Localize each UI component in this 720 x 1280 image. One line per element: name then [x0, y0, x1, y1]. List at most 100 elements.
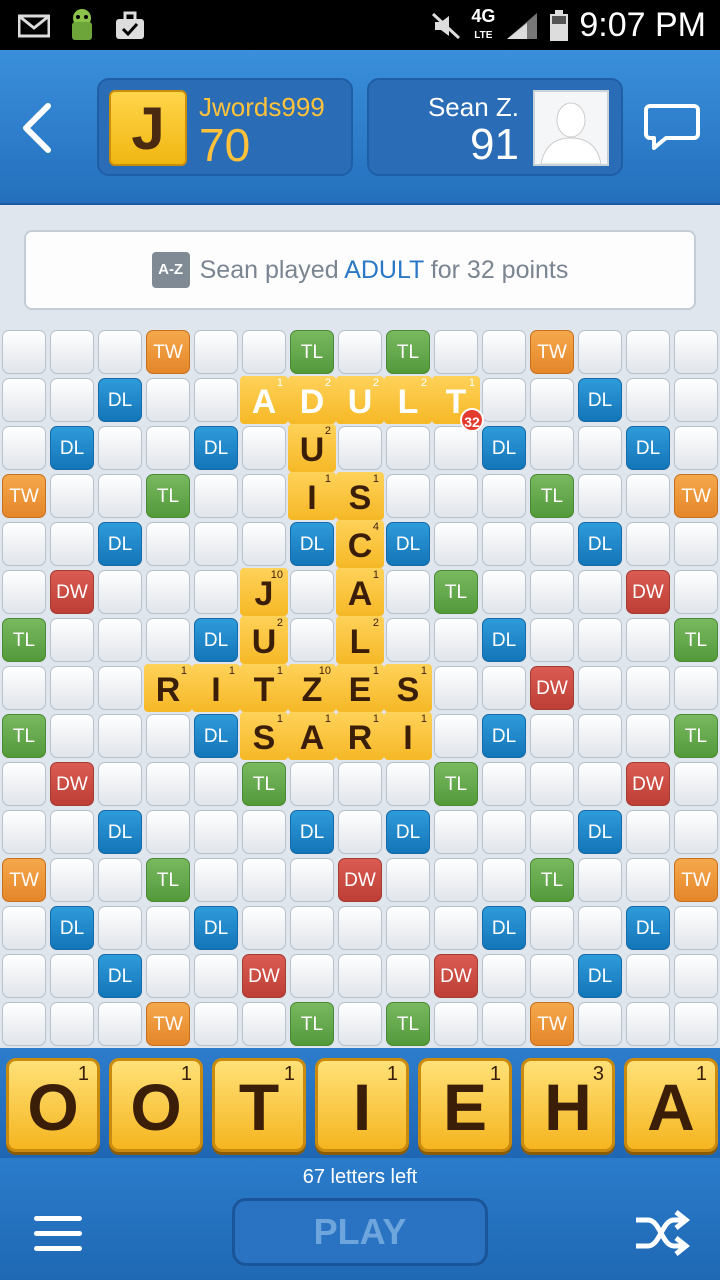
rack-tile[interactable]: O1 [109, 1058, 203, 1152]
board-cell-tl[interactable]: TL [290, 330, 334, 374]
board-cell[interactable] [290, 858, 334, 902]
board-cell[interactable] [578, 906, 622, 950]
board-cell[interactable] [386, 570, 430, 614]
board-cell[interactable] [626, 858, 670, 902]
board-cell[interactable] [626, 474, 670, 518]
board-cell-dl[interactable]: DL [482, 426, 526, 470]
board-cell[interactable] [194, 330, 238, 374]
board-cell[interactable] [674, 666, 718, 710]
board-cell-tw[interactable]: TW [530, 330, 574, 374]
board-cell[interactable] [386, 954, 430, 998]
board-cell[interactable] [194, 858, 238, 902]
board-cell[interactable] [674, 906, 718, 950]
board-cell[interactable] [50, 810, 94, 854]
board-cell[interactable] [98, 618, 142, 662]
board-cell-dl[interactable]: DL [98, 810, 142, 854]
board-cell[interactable] [482, 330, 526, 374]
board-cell-dl[interactable]: DL [98, 522, 142, 566]
board-cell-tl[interactable]: TL [530, 858, 574, 902]
board-cell[interactable] [482, 570, 526, 614]
board-cell[interactable] [626, 666, 670, 710]
board-cell[interactable] [530, 762, 574, 806]
board-cell[interactable] [674, 426, 718, 470]
board-cell[interactable] [674, 570, 718, 614]
board-cell[interactable] [50, 954, 94, 998]
board-cell[interactable] [338, 762, 382, 806]
board-cell[interactable] [482, 474, 526, 518]
board-cell[interactable] [530, 522, 574, 566]
game-board[interactable]: TWTLTLTWDLDWDWDLDLDLDLDLTWTLTWTLTWDLDLDL… [0, 328, 720, 1048]
board-cell[interactable] [2, 522, 46, 566]
board-cell[interactable] [482, 762, 526, 806]
board-cell[interactable] [242, 810, 286, 854]
player-card-me[interactable]: J Jwords999 70 [97, 78, 353, 176]
board-cell-tl[interactable]: TL [146, 474, 190, 518]
board-cell[interactable] [530, 906, 574, 950]
chat-bubble-icon[interactable] [644, 102, 700, 152]
board-cell[interactable] [290, 906, 334, 950]
board-cell-dl[interactable]: DL [578, 810, 622, 854]
board-cell[interactable] [626, 810, 670, 854]
board-cell[interactable] [674, 522, 718, 566]
board-cell[interactable] [2, 378, 46, 422]
board-cell-dw[interactable]: DW [626, 762, 670, 806]
board-cell[interactable] [242, 522, 286, 566]
board-cell[interactable] [50, 330, 94, 374]
board-cell[interactable] [530, 570, 574, 614]
dictionary-icon[interactable]: A-Z [151, 252, 190, 288]
board-cell-tl[interactable]: TL [290, 1002, 334, 1046]
board-cell[interactable] [98, 426, 142, 470]
shuffle-icon[interactable] [632, 1210, 690, 1256]
board-cell[interactable] [2, 426, 46, 470]
board-cell-dl[interactable]: DL [386, 810, 430, 854]
board-cell-dl[interactable]: DL [194, 714, 238, 758]
board-cell-dl[interactable]: DL [98, 954, 142, 998]
board-cell[interactable] [2, 570, 46, 614]
board-cell[interactable] [386, 762, 430, 806]
board-cell-tl[interactable]: TL [242, 762, 286, 806]
board-cell[interactable] [50, 666, 94, 710]
board-cell[interactable] [50, 858, 94, 902]
board-cell-tw[interactable]: TW [146, 1002, 190, 1046]
board-cell[interactable] [434, 858, 478, 902]
board-cell-tl[interactable]: TL [386, 330, 430, 374]
board-cell-tl[interactable]: TL [2, 618, 46, 662]
board-cell-dw[interactable]: DW [338, 858, 382, 902]
board-cell[interactable] [338, 330, 382, 374]
board-cell[interactable] [242, 906, 286, 950]
board-cell[interactable] [386, 426, 430, 470]
board-cell-tw[interactable]: TW [674, 474, 718, 518]
board-cell[interactable] [626, 1002, 670, 1046]
board-cell-tl[interactable]: TL [434, 570, 478, 614]
tile-rack[interactable]: O1O1T1I1E1H3A1 [0, 1048, 720, 1158]
rack-tile[interactable]: T1 [212, 1058, 306, 1152]
board-cell[interactable] [146, 522, 190, 566]
board-cell-tw[interactable]: TW [2, 474, 46, 518]
menu-icon[interactable] [34, 1216, 82, 1254]
board-cell[interactable] [146, 906, 190, 950]
board-cell[interactable] [98, 666, 142, 710]
rack-tile[interactable]: I1 [315, 1058, 409, 1152]
board-cell[interactable] [578, 474, 622, 518]
board-cell[interactable] [146, 714, 190, 758]
board-cell[interactable] [674, 954, 718, 998]
board-cell-tw[interactable]: TW [146, 330, 190, 374]
board-cell-dw[interactable]: DW [626, 570, 670, 614]
board-cell[interactable] [50, 474, 94, 518]
board-cell[interactable] [146, 378, 190, 422]
back-arrow-icon[interactable] [14, 100, 60, 156]
board-cell[interactable] [434, 330, 478, 374]
board-cell[interactable] [482, 1002, 526, 1046]
board-cell[interactable] [434, 618, 478, 662]
board-cell[interactable] [434, 810, 478, 854]
board-cell[interactable] [2, 1002, 46, 1046]
board-cell-tl[interactable]: TL [674, 618, 718, 662]
board-cell[interactable] [2, 810, 46, 854]
board-cell[interactable] [50, 714, 94, 758]
board-cell[interactable] [482, 954, 526, 998]
board-cell[interactable] [386, 474, 430, 518]
board-cell[interactable] [194, 378, 238, 422]
board-cell[interactable] [98, 906, 142, 950]
board-cell-tl[interactable]: TL [674, 714, 718, 758]
board-cell[interactable] [290, 618, 334, 662]
